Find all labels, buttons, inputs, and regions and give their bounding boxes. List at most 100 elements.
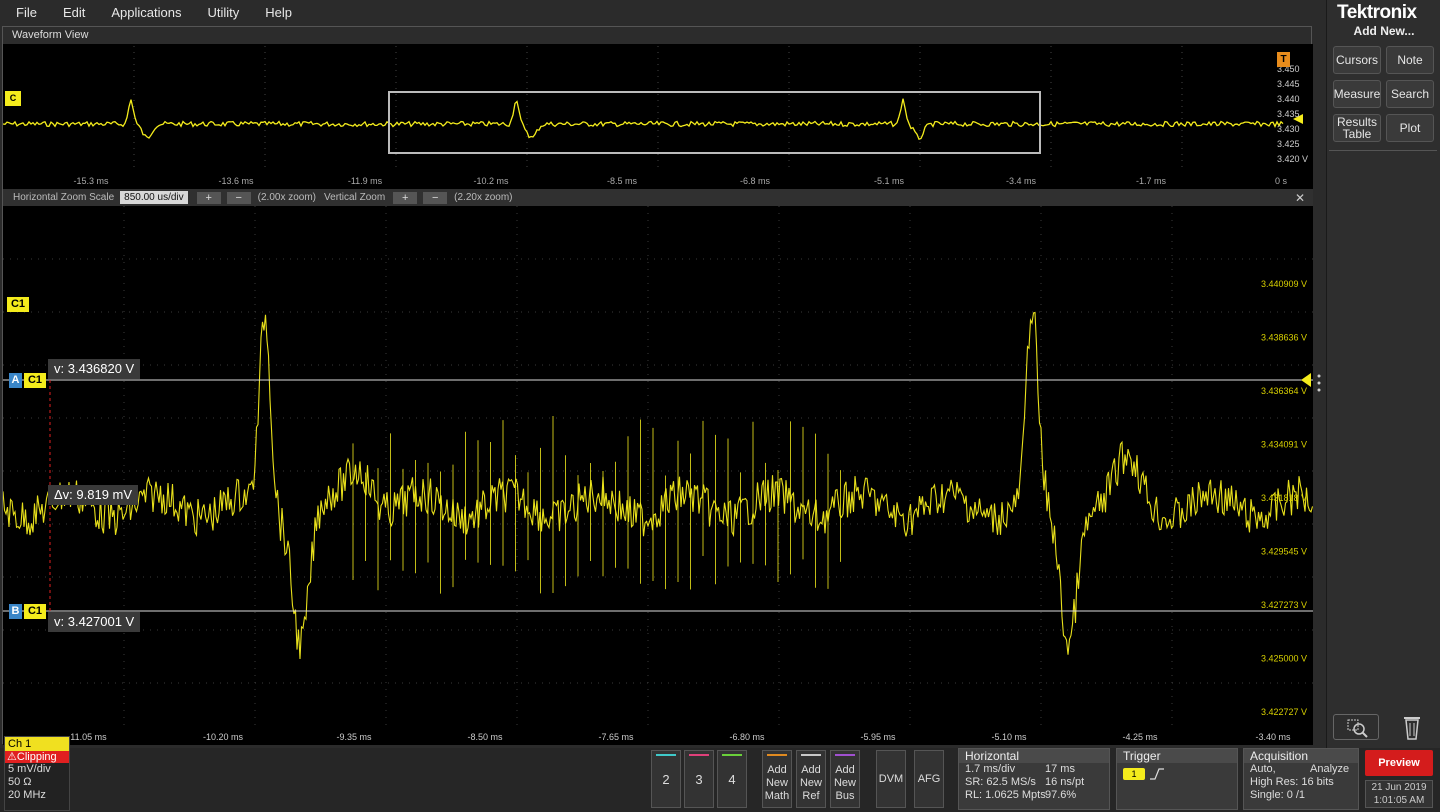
search-button[interactable]: Search — [1386, 80, 1434, 108]
overview-x-tick: -6.8 ms — [740, 176, 771, 186]
overview-y-tick: 3.440 — [1277, 94, 1300, 104]
afg-button[interactable]: AFG — [914, 750, 944, 808]
plot-button[interactable]: Plot — [1386, 114, 1434, 142]
rising-edge-icon — [1149, 767, 1165, 784]
cursor-b-letter[interactable]: B — [9, 604, 22, 619]
main-x-tick: -9.35 ms — [336, 732, 372, 742]
main-x-tick: -10.20 ms — [203, 732, 244, 742]
waveform-view: Waveform View -15.3 ms -13.6 ms -11.9 ms -1… — [2, 26, 1314, 745]
overview-y-tick: 3.420 V — [1277, 154, 1308, 164]
horizontal-zoom-input[interactable]: 850.00 us/div — [120, 191, 188, 204]
ch1-badge[interactable]: Ch 1 ⚠Clipping 5 mV/div 50 Ω 20 MHz — [4, 736, 70, 811]
overview-x-tick: -10.2 ms — [473, 176, 509, 186]
overview-y-tick: 3.430 — [1277, 124, 1300, 134]
zoom-tool-button[interactable] — [1333, 714, 1379, 740]
add-math-l1: Add — [767, 763, 787, 776]
ch1-bandwidth: 20 MHz — [8, 789, 46, 801]
cursor-a-letter[interactable]: A — [9, 373, 22, 388]
overview-x-tick: -1.7 ms — [1136, 176, 1167, 186]
settings-bar: Ch 1 ⚠Clipping 5 mV/div 50 Ω 20 MHz 2 3 … — [0, 736, 1440, 812]
menu-file[interactable]: File — [6, 5, 47, 20]
overview-x-tick: -5.1 ms — [874, 176, 905, 186]
trigger-title: Trigger — [1117, 749, 1237, 763]
horizontal-panel[interactable]: Horizontal 1.7 ms/div 17 ms SR: 62.5 MS/s… — [958, 748, 1110, 810]
measure-button[interactable]: Measure — [1333, 80, 1381, 108]
clipping-warning: ⚠Clipping — [5, 751, 69, 763]
main-x-tick: -8.50 ms — [467, 732, 503, 742]
trash-icon[interactable] — [1397, 713, 1427, 741]
v-zoom-out-button[interactable]: − — [423, 191, 448, 204]
add-bus-l1: Add — [835, 763, 855, 776]
add-new-math-button[interactable]: Add New Math — [762, 750, 792, 808]
main-trace — [2, 311, 1314, 660]
trigger-position-tag[interactable]: T — [1277, 52, 1290, 67]
main-y-tick: 3.440909 V — [1261, 279, 1307, 289]
main-y-tick: 3.438636 V — [1261, 333, 1307, 343]
main-y-tick: 3.431818 V — [1261, 493, 1307, 503]
cursor-b-readout: v: 3.427001 V — [48, 612, 141, 632]
h-sample-rate: SR: 62.5 MS/s — [965, 776, 1036, 788]
add-new-title: Add New... — [1353, 24, 1415, 38]
main-y-tick: 3.429545 V — [1261, 547, 1307, 557]
acq-mode: Auto, — [1250, 763, 1276, 775]
overview-y-tick: 3.425 — [1277, 139, 1300, 149]
close-zoom-icon[interactable]: ✕ — [1295, 191, 1305, 205]
menu-help[interactable]: Help — [255, 5, 302, 20]
ch1-impedance: 50 Ω — [8, 776, 32, 788]
clipping-label: Clipping — [16, 751, 57, 763]
dvm-label: DVM — [878, 773, 904, 785]
h-percent: 97.6% — [1045, 789, 1077, 801]
h-zoom-in-button[interactable]: + — [196, 191, 221, 204]
note-button[interactable]: Note — [1386, 46, 1434, 74]
zoom-icon — [1347, 719, 1368, 738]
main-x-tick: -5.10 ms — [991, 732, 1027, 742]
channel-2-button[interactable]: 2 — [651, 750, 681, 808]
h-scale: 1.7 ms/div — [965, 763, 1016, 775]
acq-analyze: Analyze — [1310, 763, 1350, 775]
cursor-a-channel[interactable]: C1 — [24, 373, 46, 388]
preview-button[interactable]: Preview — [1365, 750, 1433, 776]
results-table-button[interactable]: Results Table — [1333, 114, 1381, 142]
h-zoom-out-button[interactable]: − — [226, 191, 251, 204]
channel-4-color — [722, 754, 742, 756]
h-resolution: 16 ns/pt — [1045, 776, 1085, 788]
cursor-b-channel[interactable]: C1 — [24, 604, 46, 619]
main-channel-tag[interactable]: C1 — [7, 297, 29, 312]
trigger-panel[interactable]: Trigger 1 — [1116, 748, 1238, 810]
add-ref-l2: New — [799, 776, 822, 789]
main-x-tick: -11.05 ms — [67, 732, 107, 742]
ref-color — [801, 754, 821, 756]
trigger-source: 1 — [1123, 768, 1145, 780]
channel-3-button[interactable]: 3 — [684, 750, 714, 808]
acq-single: Single: 0 /1 — [1250, 789, 1306, 801]
panel-handle-icon[interactable] — [1316, 372, 1322, 394]
add-new-bus-button[interactable]: Add New Bus — [830, 750, 860, 808]
main-y-tick: 3.425000 V — [1261, 654, 1307, 664]
menu-utility[interactable]: Utility — [197, 5, 249, 20]
add-new-ref-button[interactable]: Add New Ref — [796, 750, 826, 808]
menu-edit[interactable]: Edit — [53, 5, 95, 20]
channel-4-button[interactable]: 4 — [717, 750, 747, 808]
menu-applications[interactable]: Applications — [101, 5, 191, 20]
level-marker-icon[interactable] — [1299, 373, 1311, 392]
acquisition-panel[interactable]: Acquisition Auto, Analyze High Res: 16 bi… — [1243, 748, 1359, 810]
cursors-button[interactable]: Cursors — [1333, 46, 1381, 74]
overview-channel-tag[interactable]: C — [5, 91, 21, 106]
datetime: 21 Jun 2019 1:01:05 AM — [1365, 780, 1433, 808]
main-x-tick: -4.25 ms — [1122, 732, 1158, 742]
overview-x-tick: -11.9 ms — [348, 176, 383, 186]
menu-bar: File Edit Applications Utility Help — [0, 0, 1326, 24]
main-plot[interactable]: 3.440909 V 3.438636 V 3.436364 V 3.434091 V… — [2, 206, 1314, 745]
main-y-tick: 3.427273 V — [1261, 600, 1307, 610]
horizontal-zoom-label: Horizontal Zoom Scale — [13, 192, 115, 203]
cursor-a-readout: v: 3.436820 V — [48, 359, 141, 379]
delta-readout: Δv: 9.819 mV — [48, 485, 139, 505]
dvm-button[interactable]: DVM — [876, 750, 906, 808]
overview-x-tick: -13.6 ms — [218, 176, 254, 186]
v-zoom-in-button[interactable]: + — [393, 191, 418, 204]
overview-x-tick: -8.5 ms — [607, 176, 638, 186]
overview-plot[interactable]: -15.3 ms -13.6 ms -11.9 ms -10.2 ms -8.5 ms -… — [2, 44, 1313, 189]
overview-y-tick: 3.435 — [1277, 109, 1300, 119]
channel-2-label: 2 — [662, 771, 670, 787]
main-plot-svg: 3.440909 V3.438636 V3.436364 V3.434091 V… — [2, 206, 1314, 742]
